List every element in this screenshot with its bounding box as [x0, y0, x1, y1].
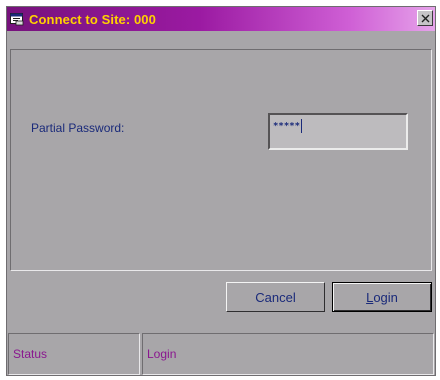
cancel-button-label: Cancel	[255, 289, 296, 305]
partial-password-input[interactable]: *****	[268, 113, 408, 150]
login-button-label: Login	[366, 289, 398, 305]
status-cell-right: Login	[142, 333, 434, 375]
status-cell-left: Status	[8, 333, 140, 375]
connect-dialog: Connect to Site: 000 Partial Password: *…	[6, 6, 436, 376]
login-button[interactable]: Login	[332, 282, 432, 312]
status-message: Login	[147, 347, 177, 361]
close-x-icon	[421, 14, 429, 22]
partial-password-label: Partial Password:	[31, 121, 125, 135]
status-text: Status	[13, 347, 48, 361]
status-bar: Status Login	[8, 333, 434, 375]
title-bar[interactable]: Connect to Site: 000	[7, 7, 435, 31]
password-masked-value: *****	[273, 121, 301, 132]
cancel-button[interactable]: Cancel	[226, 282, 325, 312]
close-button[interactable]	[417, 10, 433, 26]
login-panel: Partial Password: *****	[10, 49, 432, 271]
text-caret	[301, 119, 303, 133]
window-title: Connect to Site: 000	[29, 11, 156, 27]
window-app-icon[interactable]	[10, 12, 24, 26]
